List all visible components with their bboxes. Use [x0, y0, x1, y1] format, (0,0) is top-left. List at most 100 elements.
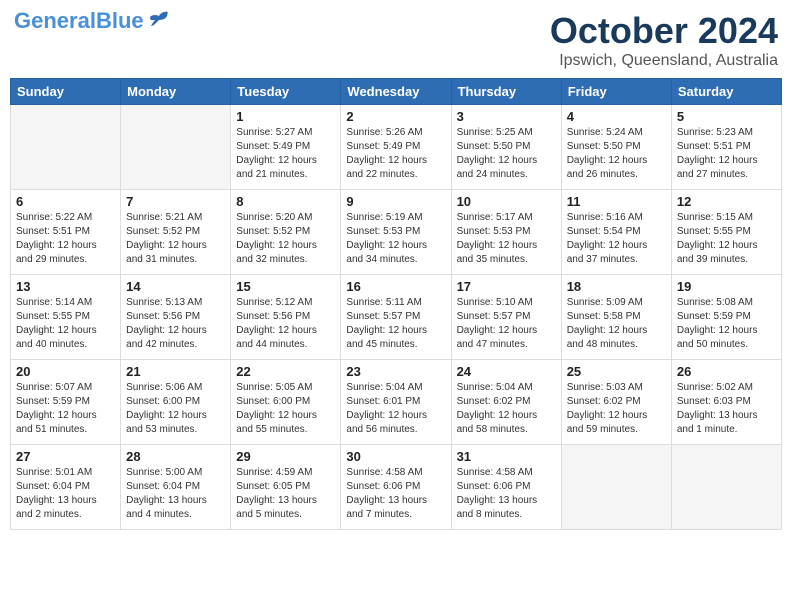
cell-content: Sunrise: 5:06 AMSunset: 6:00 PMDaylight:…: [126, 381, 225, 437]
calendar-cell: 8Sunrise: 5:20 AMSunset: 5:52 PMDaylight…: [231, 190, 341, 275]
cell-line: Sunrise: 5:10 AM: [457, 296, 556, 310]
day-number: 6: [16, 194, 115, 209]
day-number: 1: [236, 109, 335, 124]
cell-line: Sunrise: 5:08 AM: [677, 296, 776, 310]
day-number: 17: [457, 279, 556, 294]
day-number: 14: [126, 279, 225, 294]
cell-line: Sunset: 5:56 PM: [236, 310, 335, 324]
cell-line: Sunrise: 5:17 AM: [457, 211, 556, 225]
logo-blue: Blue: [96, 8, 144, 33]
cell-line: Sunrise: 5:23 AM: [677, 126, 776, 140]
cell-line: Sunset: 6:00 PM: [236, 395, 335, 409]
cell-line: Sunset: 5:56 PM: [126, 310, 225, 324]
calendar-week-row: 13Sunrise: 5:14 AMSunset: 5:55 PMDayligh…: [11, 275, 782, 360]
cell-line: Daylight: 12 hours and 29 minutes.: [16, 239, 115, 267]
day-number: 26: [677, 364, 776, 379]
cell-line: Sunrise: 5:27 AM: [236, 126, 335, 140]
day-number: 11: [567, 194, 666, 209]
cell-line: Sunset: 6:03 PM: [677, 395, 776, 409]
cell-content: Sunrise: 5:20 AMSunset: 5:52 PMDaylight:…: [236, 211, 335, 267]
calendar-cell: 19Sunrise: 5:08 AMSunset: 5:59 PMDayligh…: [671, 275, 781, 360]
calendar-cell: 2Sunrise: 5:26 AMSunset: 5:49 PMDaylight…: [341, 105, 451, 190]
cell-line: Sunrise: 4:59 AM: [236, 466, 335, 480]
day-number: 4: [567, 109, 666, 124]
cell-line: Daylight: 12 hours and 44 minutes.: [236, 324, 335, 352]
cell-line: Daylight: 12 hours and 58 minutes.: [457, 409, 556, 437]
day-number: 19: [677, 279, 776, 294]
cell-line: Sunrise: 5:04 AM: [346, 381, 445, 395]
cell-line: Daylight: 13 hours and 8 minutes.: [457, 494, 556, 522]
cell-line: Sunset: 5:49 PM: [346, 140, 445, 154]
cell-line: Sunrise: 5:05 AM: [236, 381, 335, 395]
cell-content: Sunrise: 5:05 AMSunset: 6:00 PMDaylight:…: [236, 381, 335, 437]
cell-line: Sunset: 5:52 PM: [236, 225, 335, 239]
weekday-header-thursday: Thursday: [451, 79, 561, 105]
cell-line: Sunrise: 5:03 AM: [567, 381, 666, 395]
cell-line: Sunset: 6:05 PM: [236, 480, 335, 494]
cell-line: Daylight: 12 hours and 24 minutes.: [457, 154, 556, 182]
cell-content: Sunrise: 4:59 AMSunset: 6:05 PMDaylight:…: [236, 466, 335, 522]
cell-line: Sunrise: 5:02 AM: [677, 381, 776, 395]
cell-content: Sunrise: 5:23 AMSunset: 5:51 PMDaylight:…: [677, 126, 776, 182]
month-title: October 2024: [550, 10, 778, 52]
cell-line: Sunset: 5:59 PM: [16, 395, 115, 409]
logo-bird-icon: [147, 10, 169, 28]
cell-line: Daylight: 12 hours and 37 minutes.: [567, 239, 666, 267]
cell-content: Sunrise: 5:17 AMSunset: 5:53 PMDaylight:…: [457, 211, 556, 267]
cell-content: Sunrise: 5:14 AMSunset: 5:55 PMDaylight:…: [16, 296, 115, 352]
cell-line: Sunrise: 5:09 AM: [567, 296, 666, 310]
day-number: 15: [236, 279, 335, 294]
weekday-header-monday: Monday: [121, 79, 231, 105]
cell-line: Daylight: 13 hours and 5 minutes.: [236, 494, 335, 522]
calendar-cell: 16 Sunrise: 5:11 AMSunset: 5:57 PMDayligh…: [341, 275, 451, 360]
calendar-cell: 3Sunrise: 5:25 AMSunset: 5:50 PMDaylight…: [451, 105, 561, 190]
calendar-cell: 7Sunrise: 5:21 AMSunset: 5:52 PMDaylight…: [121, 190, 231, 275]
cell-line: Sunrise: 5:22 AM: [16, 211, 115, 225]
calendar-cell: [671, 445, 781, 530]
logo-general: General: [14, 8, 96, 33]
day-number: 12: [677, 194, 776, 209]
cell-line: Daylight: 12 hours and 35 minutes.: [457, 239, 556, 267]
cell-line: Sunset: 6:04 PM: [16, 480, 115, 494]
calendar-cell: 23Sunrise: 5:04 AMSunset: 6:01 PMDayligh…: [341, 360, 451, 445]
logo-text: GeneralBlue: [14, 10, 144, 32]
calendar-cell: 12Sunrise: 5:15 AMSunset: 5:55 PMDayligh…: [671, 190, 781, 275]
calendar-cell: [121, 105, 231, 190]
cell-line: Sunrise: 5:25 AM: [457, 126, 556, 140]
weekday-header-wednesday: Wednesday: [341, 79, 451, 105]
cell-line: Sunset: 5:54 PM: [567, 225, 666, 239]
page-header: GeneralBlue October 2024 Ipswich, Queens…: [10, 10, 782, 70]
calendar-week-row: 6 Sunrise: 5:22 AMSunset: 5:51 PMDaylight…: [11, 190, 782, 275]
calendar-week-row: 27Sunrise: 5:01 AMSunset: 6:04 PMDayligh…: [11, 445, 782, 530]
weekday-header-row: SundayMondayTuesdayWednesdayThursdayFrid…: [11, 79, 782, 105]
cell-line: Daylight: 12 hours and 32 minutes.: [236, 239, 335, 267]
cell-content: Sunrise: 5:00 AMSunset: 6:04 PMDaylight:…: [126, 466, 225, 522]
cell-line: Sunset: 5:57 PM: [457, 310, 556, 324]
calendar-cell: 26Sunrise: 5:02 AMSunset: 6:03 PMDayligh…: [671, 360, 781, 445]
cell-line: Sunrise: 5:19 AM: [346, 211, 445, 225]
cell-content: Sunrise: 5:21 AMSunset: 5:52 PMDaylight:…: [126, 211, 225, 267]
cell-line: Sunrise: 5:21 AM: [126, 211, 225, 225]
title-block: October 2024 Ipswich, Queensland, Austra…: [550, 10, 778, 70]
day-number: 21: [126, 364, 225, 379]
cell-line: Daylight: 13 hours and 7 minutes.: [346, 494, 445, 522]
cell-content: Sunrise: 5:22 AMSunset: 5:51 PMDaylight:…: [16, 211, 115, 267]
calendar-cell: 15 Sunrise: 5:12 AMSunset: 5:56 PMDayligh…: [231, 275, 341, 360]
cell-line: Sunset: 6:06 PM: [346, 480, 445, 494]
calendar-cell: 1Sunrise: 5:27 AMSunset: 5:49 PMDaylight…: [231, 105, 341, 190]
day-number: 20: [16, 364, 115, 379]
cell-line: Sunrise: 5:15 AM: [677, 211, 776, 225]
cell-line: Sunrise: 5:12 AM: [236, 296, 335, 310]
cell-content: Sunrise: 5:12 AMSunset: 5:56 PMDaylight:…: [236, 296, 335, 352]
cell-content: Sunrise: 5:19 AMSunset: 5:53 PMDaylight:…: [346, 211, 445, 267]
cell-content: Sunrise: 5:11 AMSunset: 5:57 PMDaylight:…: [346, 296, 445, 352]
cell-line: Daylight: 12 hours and 55 minutes.: [236, 409, 335, 437]
cell-content: Sunrise: 5:07 AMSunset: 5:59 PMDaylight:…: [16, 381, 115, 437]
cell-line: Daylight: 12 hours and 47 minutes.: [457, 324, 556, 352]
calendar-cell: 17 Sunrise: 5:10 AMSunset: 5:57 PMDayligh…: [451, 275, 561, 360]
day-number: 24: [457, 364, 556, 379]
cell-content: Sunrise: 4:58 AMSunset: 6:06 PMDaylight:…: [457, 466, 556, 522]
calendar-cell: [561, 445, 671, 530]
day-number: 16: [346, 279, 445, 294]
cell-content: Sunrise: 5:16 AMSunset: 5:54 PMDaylight:…: [567, 211, 666, 267]
